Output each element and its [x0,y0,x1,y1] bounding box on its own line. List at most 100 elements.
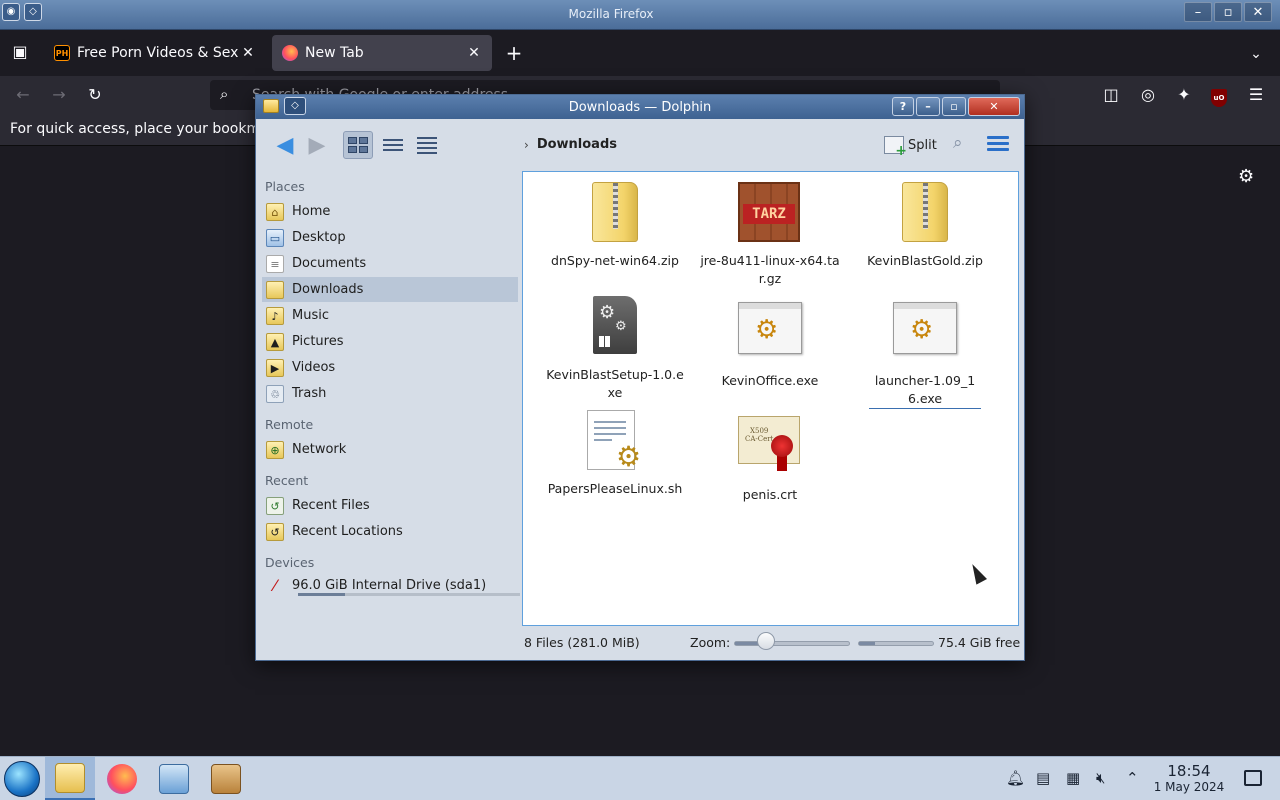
volume-muted-icon[interactable]: 🔇︎ [1096,769,1105,787]
close-tab-icon[interactable]: ✕ [466,45,482,61]
places-panel: Places ⌂ Home ▭ Desktop ≡ Documents Downloa… [256,171,522,626]
file-item[interactable]: ⚙ PapersPleaseLinux.sh [540,410,690,498]
close-button[interactable]: ✕ [1244,2,1272,22]
place-downloads[interactable]: Downloads [262,277,518,302]
tab-pornhub[interactable]: PH Free Porn Videos & Sex M ✕ [44,35,266,71]
clock[interactable]: 18:54 1 May 2024 [1150,763,1228,795]
reload-icon[interactable]: ↻ [84,84,106,106]
place-internal-drive[interactable]: ⁄ 96.0 GiB Internal Drive (sda1) [262,573,520,598]
list-all-tabs-icon[interactable]: ▣ [8,40,32,64]
maximize-button[interactable]: ▫ [1214,2,1242,22]
free-space-label: 75.4 GiB free [938,635,1021,650]
firefox-favicon-icon [282,45,298,61]
clipboard-icon[interactable]: ▦ [1066,769,1080,787]
windows-installer-icon: ⚙ ⚙ [593,296,637,354]
file-view[interactable]: dnSpy-net-win64.zip TARZ jre-8u411-linux… [522,171,1019,626]
place-label: Videos [292,360,336,375]
file-item[interactable]: ⚙ ⚙ KevinBlastSetup-1.0.exe [540,296,690,402]
place-desktop[interactable]: ▭ Desktop [262,225,518,250]
drive-usage-fill [298,593,345,596]
search-icon: ⌕ [220,85,229,103]
forward-icon[interactable]: ▶ [304,131,330,159]
pocket-icon[interactable]: ◫ [1100,84,1122,106]
chevron-right-icon[interactable]: › [524,138,529,152]
place-home[interactable]: ⌂ Home [262,199,518,224]
place-recent-files[interactable]: ↺ Recent Files [262,493,518,518]
dolphin-toolbar: ◀ ▶ › Downloads Split ⌕ [256,119,1024,171]
pictures-icon: ▲ [266,332,284,351]
place-recent-locations[interactable]: ↺ Recent Locations [262,519,518,544]
place-network[interactable]: ⊕ Network [262,437,518,462]
back-icon[interactable]: ◀ [272,131,298,159]
help-button[interactable]: ? [892,97,914,116]
file-item[interactable]: X509 CA-Cert penis.crt [695,410,845,504]
chevron-up-icon[interactable]: ⌃ [1126,769,1139,787]
place-label: Music [292,308,329,323]
ublock-origin-icon[interactable]: uO [1208,84,1230,107]
tab-bar: ▣ PH Free Porn Videos & Sex M ✕ New Tab … [0,30,1280,76]
taskbar: 🔔︎ ▤ ▦ 🔇︎ ⌃ 18:54 1 May 2024 [0,756,1280,800]
place-label: Documents [292,256,367,271]
show-desktop-icon[interactable] [1244,770,1262,786]
trash-icon: ♲ [266,384,284,403]
zoom-slider[interactable] [734,641,850,646]
pornhub-favicon-icon: PH [54,45,70,61]
executable-icon: ⚙ [738,302,802,354]
chevron-down-icon[interactable]: ⌄ [1244,42,1268,66]
zip-archive-icon [902,182,948,242]
forward-icon[interactable]: → [48,84,70,106]
file-item[interactable]: KevinBlastGold.zip [850,182,1000,270]
place-videos[interactable]: ▶ Videos [262,355,518,380]
minimize-button[interactable]: – [1184,2,1212,22]
file-item[interactable]: ⚙ launcher-1.09_16.exe [850,296,1000,409]
zoom-slider-handle[interactable] [757,632,776,650]
place-label: 96.0 GiB Internal Drive (sda1) [292,578,487,593]
taskbar-system-settings[interactable] [149,757,199,800]
tab-new-tab[interactable]: New Tab ✕ [272,35,492,71]
downloads-icon [266,280,284,299]
compact-view-button[interactable] [378,131,408,159]
place-music[interactable]: ♪ Music [262,303,518,328]
taskbar-dolphin[interactable] [45,757,95,800]
search-icon[interactable]: ⌕ [953,133,963,153]
place-label: Home [292,204,331,219]
minimize-button[interactable]: – [916,97,940,116]
tab-label: New Tab [305,45,364,61]
file-item[interactable]: dnSpy-net-win64.zip [540,182,690,270]
close-tab-icon[interactable]: ✕ [240,45,256,61]
file-name: penis.crt [742,487,798,502]
start-menu-icon[interactable] [4,761,40,797]
maximize-button[interactable]: ▫ [942,97,966,116]
shell-script-icon: ⚙ [587,410,641,471]
breadcrumb-current[interactable]: Downloads [537,137,617,152]
place-trash[interactable]: ♲ Trash [262,381,518,406]
file-name: KevinOffice.exe [721,373,819,388]
file-item[interactable]: ⚙ KevinOffice.exe [695,296,845,390]
notifications-icon[interactable]: 🔔︎ [1006,769,1025,787]
hamburger-menu-icon[interactable] [987,133,1009,154]
status-info: 8 Files (281.0 MiB) [524,635,640,650]
split-button[interactable]: Split [884,133,937,159]
close-button[interactable]: ✕ [968,97,1020,116]
device-notifier-icon[interactable]: ▤ [1036,769,1050,787]
new-tab-button[interactable]: + [502,42,526,66]
details-view-button[interactable] [412,131,442,159]
back-icon[interactable]: ← [12,84,34,106]
place-label: Recent Locations [292,524,403,539]
devices-header: Devices [265,555,315,570]
account-icon[interactable]: ◎ [1137,84,1159,106]
tar-archive-icon: TARZ [738,182,800,242]
extensions-icon[interactable]: ✦ [1173,84,1195,106]
taskbar-package-manager[interactable] [201,757,251,800]
file-name: KevinBlastGold.zip [867,253,983,268]
hamburger-menu-icon[interactable]: ☰ [1245,84,1267,106]
place-pictures[interactable]: ▲ Pictures [262,329,518,354]
taskbar-firefox[interactable] [97,757,147,800]
breadcrumb: › Downloads [524,137,617,152]
place-documents[interactable]: ≡ Documents [262,251,518,276]
gear-icon[interactable]: ⚙ [1238,166,1254,187]
documents-icon: ≡ [266,254,284,273]
status-bar: 8 Files (281.0 MiB) Zoom: 75.4 GiB free [522,631,1022,655]
file-item[interactable]: TARZ jre-8u411-linux-x64.tar.gz [695,182,845,288]
icons-view-button[interactable] [343,131,373,159]
